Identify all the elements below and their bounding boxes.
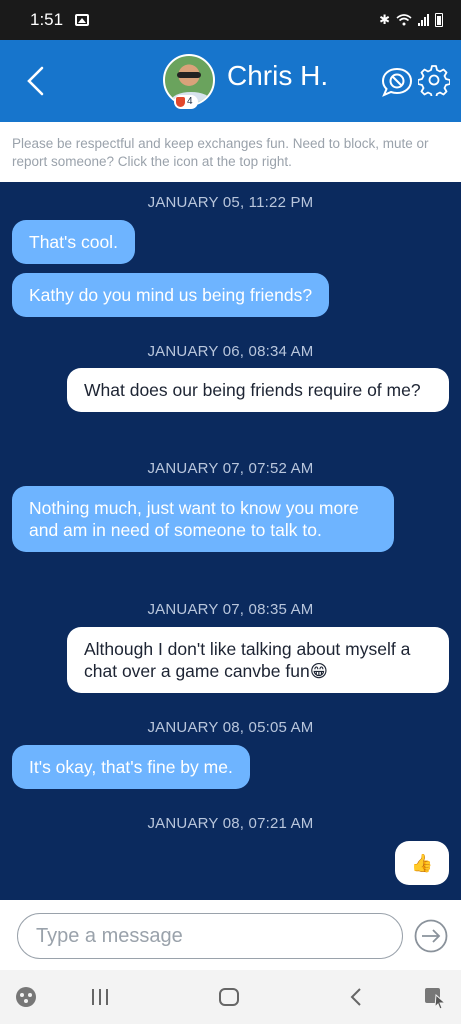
outgoing-thumbs-up-message[interactable]: 👍 — [395, 841, 449, 885]
home-button[interactable] — [218, 983, 240, 1011]
timestamp: JANUARY 08, 07:21 AM — [147, 815, 314, 832]
contact-name: Chris H. — [227, 60, 329, 91]
back-button[interactable] — [22, 64, 52, 98]
system-back-button[interactable] — [346, 983, 366, 1011]
chat-header: 4 Chris H. — [0, 40, 461, 122]
level-badge: 4 — [174, 95, 198, 109]
timestamp: JANUARY 07, 08:35 AM — [147, 601, 314, 618]
status-time: 1:51 — [30, 10, 64, 29]
gamepad-icon[interactable] — [14, 983, 38, 1011]
outgoing-message[interactable]: What does our being friends require of m… — [67, 368, 449, 412]
timestamp: JANUARY 08, 05:05 AM — [147, 719, 314, 736]
shield-icon — [176, 97, 185, 107]
community-notice: Please be respectful and keep exchanges … — [0, 122, 461, 182]
outgoing-message[interactable]: Although I don't like talking about myse… — [67, 627, 449, 693]
incoming-message[interactable]: It's okay, that's fine by me. — [12, 745, 250, 789]
send-button[interactable] — [414, 919, 448, 953]
level-value: 4 — [187, 96, 193, 107]
status-bar: 1:51 ✱ — [0, 0, 461, 40]
message-input[interactable] — [17, 913, 403, 959]
incoming-message[interactable]: That's cool. — [12, 220, 135, 264]
avatar-glasses — [177, 72, 201, 78]
timestamp: JANUARY 07, 07:52 AM — [147, 460, 314, 477]
bluetooth-icon: ✱ — [379, 12, 390, 27]
message-composer — [0, 900, 461, 970]
gear-icon[interactable] — [418, 64, 450, 96]
incoming-message[interactable]: Nothing much, just want to know you more… — [12, 486, 394, 552]
system-navigation-bar — [0, 970, 461, 1024]
recent-apps-button[interactable] — [90, 983, 110, 1011]
timestamp: JANUARY 06, 08:34 AM — [147, 343, 314, 360]
incoming-message[interactable]: Kathy do you mind us being friends? — [12, 273, 330, 317]
screen-assist-icon[interactable] — [423, 983, 447, 1011]
chat-history[interactable]: JANUARY 05, 11:22 PM That's cool. Kathy … — [0, 182, 461, 900]
block-mute-report-button[interactable] — [380, 66, 414, 98]
signal-icon — [418, 14, 429, 26]
timestamp: JANUARY 05, 11:22 PM — [147, 194, 314, 211]
battery-icon — [435, 13, 443, 27]
wifi-icon — [396, 14, 412, 26]
image-notification-icon — [75, 14, 90, 26]
